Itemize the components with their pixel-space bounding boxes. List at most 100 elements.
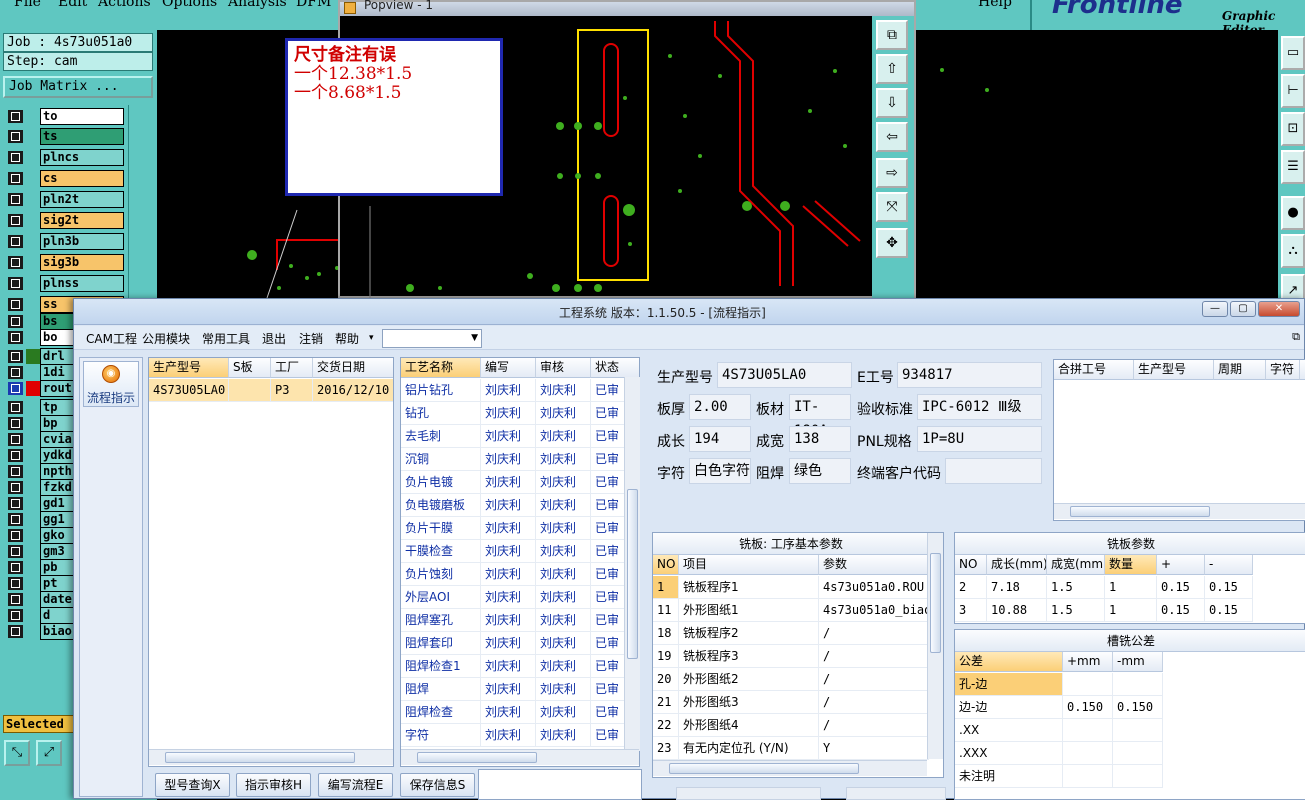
orders-cell[interactable]: 2016/12/10: [313, 379, 393, 402]
thickness-field[interactable]: 2.00: [689, 394, 751, 420]
process-cell[interactable]: 钻孔: [401, 402, 481, 425]
layer-checkbox[interactable]: [8, 130, 23, 143]
layer-checkbox[interactable]: [8, 298, 23, 311]
process-cell[interactable]: 刘庆利: [536, 724, 591, 747]
milling-cell[interactable]: /: [819, 714, 929, 737]
flow-guide-button[interactable]: ◉ 流程指示: [83, 361, 139, 407]
milling-cell[interactable]: 1: [653, 576, 679, 599]
orders-cell[interactable]: P3: [271, 379, 313, 402]
slottol-cell[interactable]: [1113, 742, 1163, 765]
millboard-cell[interactable]: 2: [955, 576, 987, 599]
process-cell[interactable]: 刘庆利: [481, 379, 536, 402]
menu-help[interactable]: 帮助: [335, 330, 359, 347]
slottol-cell[interactable]: .XX: [955, 719, 1063, 742]
pv-zoom-window-icon[interactable]: ⧉: [876, 20, 908, 50]
process-cell[interactable]: 铝片钻孔: [401, 379, 481, 402]
milling-cell[interactable]: /: [819, 691, 929, 714]
bottom-input-area[interactable]: [478, 769, 642, 800]
width-field[interactable]: 138: [789, 426, 851, 452]
process-cell[interactable]: 刘庆利: [481, 563, 536, 586]
layer-checkbox[interactable]: [8, 401, 23, 414]
pv-pan-down-icon[interactable]: ⇩: [876, 88, 908, 118]
layer-name[interactable]: cs: [40, 170, 124, 187]
layer-row[interactable]: plncs: [4, 149, 124, 166]
menu-logout[interactable]: 注销: [299, 330, 323, 347]
milling-cell[interactable]: 4s73u051a0_biao: [819, 599, 929, 622]
combine-header[interactable]: 周期: [1214, 360, 1266, 380]
zoom-icon[interactable]: ⤡: [4, 740, 30, 766]
milling-header[interactable]: 参数: [819, 555, 929, 575]
millboard-cell[interactable]: 1: [1105, 599, 1157, 622]
layer-checkbox[interactable]: [8, 465, 23, 478]
process-cell[interactable]: 刘庆利: [481, 540, 536, 563]
layer-checkbox[interactable]: [8, 382, 23, 395]
audit-button[interactable]: 指示审核H: [236, 773, 311, 797]
process-cell[interactable]: 负片干膜: [401, 517, 481, 540]
layer-checkbox[interactable]: [8, 497, 23, 510]
menu-options[interactable]: Options: [162, 0, 217, 10]
slottol-cell[interactable]: 0.150: [1063, 696, 1113, 719]
popview-titlebar[interactable]: Popview - 1: [340, 0, 914, 16]
layer-name[interactable]: sig2t: [40, 212, 124, 229]
process-cell[interactable]: 刘庆利: [536, 701, 591, 724]
milling-cell[interactable]: 外形图纸4: [679, 714, 819, 737]
milling-cell[interactable]: 外形图纸3: [679, 691, 819, 714]
toolbar-btn-1-icon[interactable]: ▭: [1281, 36, 1305, 70]
process-cell[interactable]: 沉铜: [401, 448, 481, 471]
maximize-icon[interactable]: ▢: [1230, 301, 1256, 317]
slottol-cell[interactable]: 0.150: [1113, 696, 1163, 719]
layer-checkbox[interactable]: [8, 366, 23, 379]
help-dropdown-arrow-icon[interactable]: ▾: [369, 333, 374, 343]
process-cell[interactable]: 阻焊: [401, 678, 481, 701]
process-cell[interactable]: 刘庆利: [481, 448, 536, 471]
millboard-cell[interactable]: 1.5: [1047, 599, 1105, 622]
write-flow-button[interactable]: 编写流程E: [318, 773, 393, 797]
menu-help[interactable]: Help: [978, 0, 1012, 10]
menu-common-module[interactable]: 公用模块: [142, 330, 190, 347]
process-cell[interactable]: 刘庆利: [536, 379, 591, 402]
process-cell[interactable]: 刘庆利: [481, 494, 536, 517]
slottol-cell[interactable]: [1063, 673, 1113, 696]
layer-checkbox[interactable]: [8, 529, 23, 542]
milling-cell[interactable]: /: [819, 668, 929, 691]
process-cell[interactable]: 阻焊塞孔: [401, 609, 481, 632]
process-cell[interactable]: 刘庆利: [536, 425, 591, 448]
process-cell[interactable]: 刘庆利: [481, 632, 536, 655]
process-cell[interactable]: 刘庆利: [536, 494, 591, 517]
layer-checkbox[interactable]: [8, 625, 23, 638]
milling-cell[interactable]: 21: [653, 691, 679, 714]
combine-header[interactable]: 字符: [1266, 360, 1300, 380]
process-hscroll[interactable]: [401, 749, 639, 765]
menu-analysis[interactable]: Analysis: [228, 0, 287, 10]
material-field[interactable]: IT-180A: [789, 394, 851, 439]
milling-header[interactable]: NO: [653, 555, 679, 575]
orders-header[interactable]: 工厂: [271, 358, 313, 378]
menu-exit[interactable]: 退出: [262, 330, 286, 347]
process-header[interactable]: 工艺名称: [401, 358, 481, 378]
menu-file[interactable]: File: [14, 0, 41, 10]
toolbar-btn-4-icon[interactable]: ☰: [1281, 150, 1305, 184]
job-matrix-button[interactable]: Job Matrix ...: [3, 76, 153, 98]
layer-row[interactable]: pln3b: [4, 233, 124, 250]
millboard-header[interactable]: -: [1205, 555, 1253, 575]
pv-pan-up-icon[interactable]: ⇧: [876, 54, 908, 84]
milling-header[interactable]: 项目: [679, 555, 819, 575]
layer-name[interactable]: ts: [40, 128, 124, 145]
slottol-cell[interactable]: 孔-边: [955, 673, 1063, 696]
milling-cell[interactable]: 22: [653, 714, 679, 737]
menu-actions[interactable]: Actions: [98, 0, 151, 10]
layer-name[interactable]: plncs: [40, 149, 124, 166]
layer-checkbox[interactable]: [8, 433, 23, 446]
process-cell[interactable]: 刘庆利: [536, 609, 591, 632]
layer-row[interactable]: ts: [4, 128, 124, 145]
process-header[interactable]: 状态: [591, 358, 639, 378]
milling-cell[interactable]: /: [819, 645, 929, 668]
combine-header[interactable]: 阵: [1300, 360, 1305, 380]
layer-row[interactable]: cs: [4, 170, 124, 187]
millboard-cell[interactable]: 0.15: [1157, 576, 1205, 599]
pnl-field[interactable]: 1P=8U: [917, 426, 1042, 452]
layer-checkbox[interactable]: [8, 417, 23, 430]
layer-name[interactable]: sig3b: [40, 254, 124, 271]
process-cell[interactable]: 刘庆利: [481, 517, 536, 540]
model-query-button[interactable]: 型号查询X: [155, 773, 230, 797]
